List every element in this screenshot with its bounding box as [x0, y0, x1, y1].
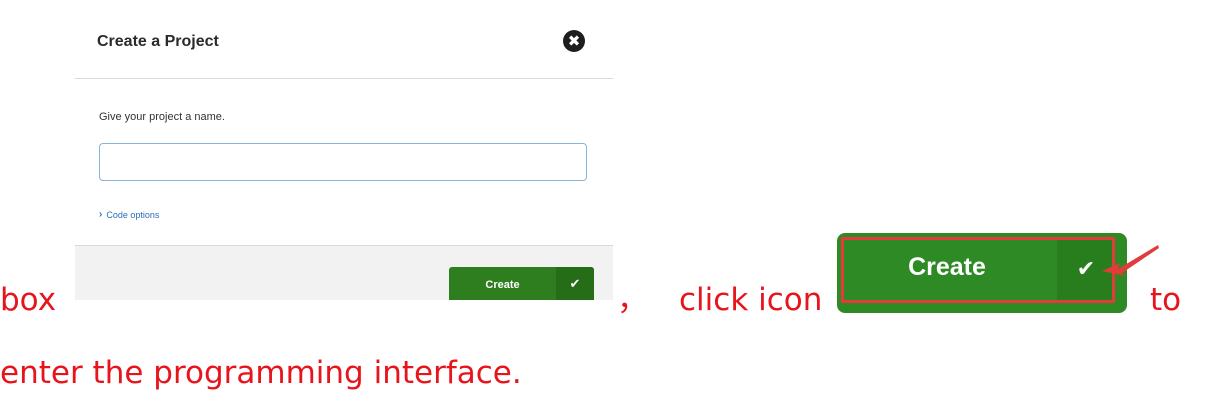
- dialog-title: Create a Project: [97, 33, 219, 50]
- project-name-input[interactable]: [99, 143, 587, 181]
- create-button-label: Create: [485, 279, 520, 291]
- create-button[interactable]: Create ✔: [449, 267, 594, 300]
- code-options-label: Code options: [106, 209, 160, 220]
- check-icon: ✔: [556, 267, 594, 300]
- red-highlight-box: [841, 237, 1115, 303]
- instruction-to: to: [1150, 282, 1182, 318]
- code-options-toggle[interactable]: › Code options: [99, 209, 159, 220]
- create-button-highlighted[interactable]: Create ✔: [837, 233, 1127, 313]
- instruction-line2: enter the programming interface.: [0, 355, 522, 391]
- close-icon[interactable]: ✖: [563, 30, 585, 52]
- instruction-click-icon: click icon: [679, 282, 823, 318]
- create-project-dialog: Create a Project ✖ Give your project a n…: [75, 0, 613, 300]
- red-arrow-icon: [1102, 245, 1159, 276]
- project-name-prompt: Give your project a name.: [99, 111, 225, 123]
- dialog-header: Create a Project ✖: [75, 0, 613, 79]
- dialog-footer: Create ✔: [75, 245, 613, 300]
- chevron-right-icon: ›: [99, 209, 103, 220]
- instruction-box-word: box: [0, 282, 57, 318]
- instruction-comma: ，: [617, 282, 648, 318]
